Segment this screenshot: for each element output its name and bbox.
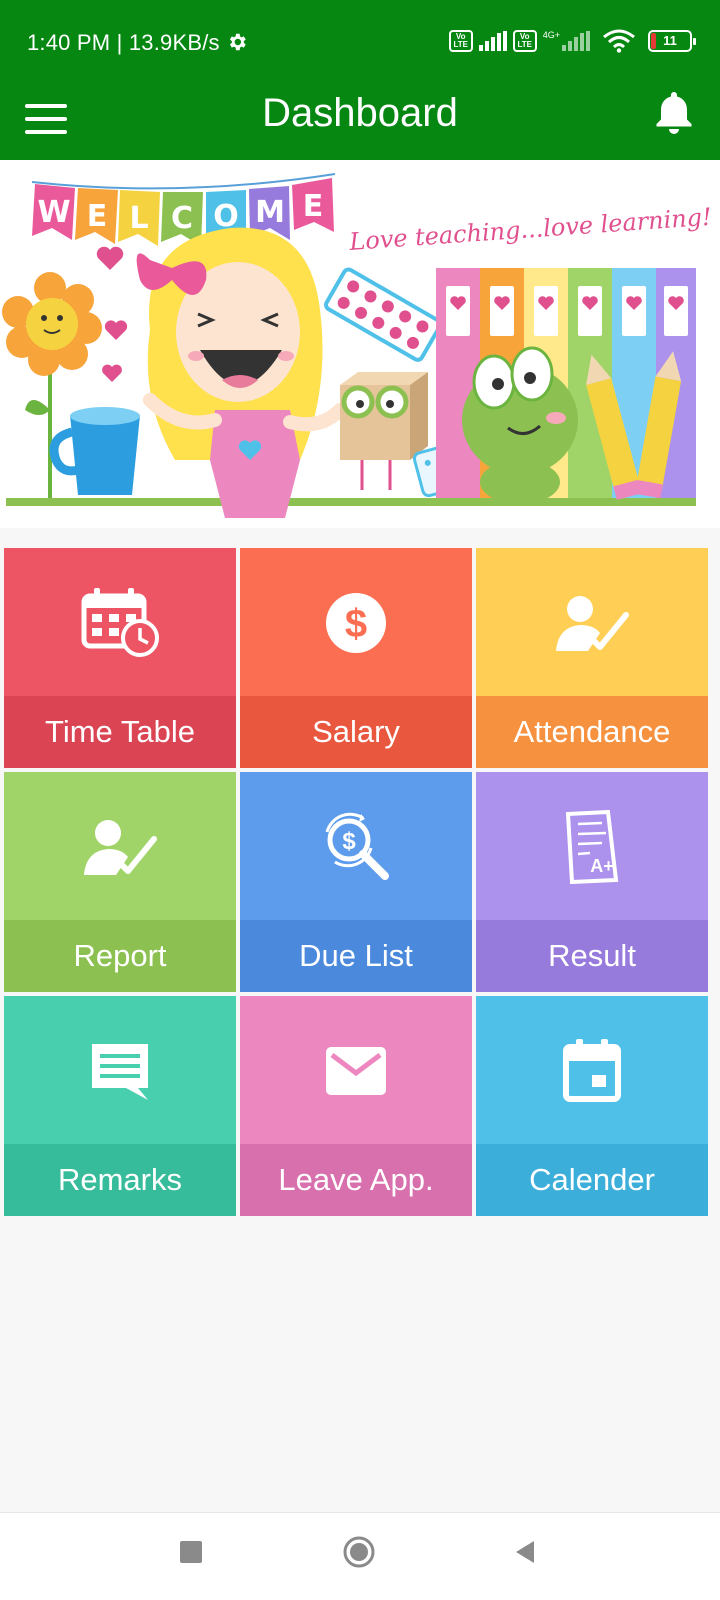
app-bar: Dashboard xyxy=(0,88,720,160)
tile-label: Result xyxy=(476,920,708,992)
svg-text:E: E xyxy=(303,189,324,224)
user-check-icon xyxy=(476,586,708,660)
welcome-banner: W E L C O M E Love teaching...love learn… xyxy=(0,160,720,528)
recents-icon[interactable] xyxy=(178,1539,204,1565)
tile-remarks[interactable]: Remarks xyxy=(4,996,236,1216)
gear-icon xyxy=(229,33,246,51)
svg-text:M: M xyxy=(255,195,285,230)
svg-text:A+: A+ xyxy=(590,856,614,876)
status-time-speed: 1:40 PM | 13.9KB/s xyxy=(27,30,220,55)
banner-tagline: Love teaching...love learning! xyxy=(347,203,712,256)
status-bar: 1:40 PM | 13.9KB/s Vo LTE Vo LTE 4G+ 11 xyxy=(0,0,720,88)
user-check-icon xyxy=(4,810,236,884)
status-icons: Vo LTE Vo LTE 4G+ 11 xyxy=(448,29,696,53)
grade-paper-icon: A+ xyxy=(476,810,708,884)
back-icon[interactable] xyxy=(512,1539,538,1565)
calendar-clock-icon xyxy=(4,586,236,660)
tile-calender[interactable]: Calender xyxy=(476,996,708,1216)
signal-icon xyxy=(562,31,590,51)
tile-label: Leave App. xyxy=(240,1144,472,1216)
tile-attendance[interactable]: Attendance xyxy=(476,548,708,768)
network-type: 4G+ xyxy=(542,30,560,40)
tile-label: Salary xyxy=(240,696,472,768)
tile-due-list[interactable]: $ Due List xyxy=(240,772,472,992)
battery-icon: 11 xyxy=(648,30,696,52)
wifi-icon xyxy=(603,29,635,53)
svg-text:C: C xyxy=(171,201,193,236)
svg-text:W: W xyxy=(37,195,70,230)
tile-label: Calender xyxy=(476,1144,708,1216)
dollar-search-icon: $ xyxy=(240,810,472,884)
tile-salary[interactable]: $ Salary xyxy=(240,548,472,768)
tile-label: Due List xyxy=(240,920,472,992)
welcome-illustration: W E L C O M E Love teaching...love learn… xyxy=(2,173,713,518)
chat-bubble-icon xyxy=(4,1034,236,1108)
svg-text:L: L xyxy=(129,201,148,236)
signal-icon xyxy=(478,31,507,51)
page-title: Dashboard xyxy=(262,91,458,135)
tile-time-table[interactable]: Time Table xyxy=(4,548,236,768)
home-icon[interactable] xyxy=(342,1535,376,1569)
volte-badge: Vo LTE xyxy=(512,30,537,52)
tile-report[interactable]: Report xyxy=(4,772,236,992)
volte-badge: Vo LTE xyxy=(448,30,473,52)
tile-label: Report xyxy=(4,920,236,992)
tile-leave-app[interactable]: Leave App. xyxy=(240,996,472,1216)
bell-icon[interactable] xyxy=(652,88,696,138)
svg-text:$: $ xyxy=(345,602,367,646)
dollar-coin-icon: $ xyxy=(240,586,472,660)
tile-label: Remarks xyxy=(4,1144,236,1216)
envelope-icon xyxy=(240,1034,472,1108)
tile-label: Attendance xyxy=(476,696,708,768)
system-nav-bar xyxy=(0,1512,720,1600)
calendar-icon xyxy=(476,1034,708,1108)
svg-text:$: $ xyxy=(342,828,356,855)
tile-result[interactable]: A+ Result xyxy=(476,772,708,992)
svg-text:E: E xyxy=(87,199,108,234)
tile-label: Time Table xyxy=(4,696,236,768)
battery-level: 11 xyxy=(663,33,677,48)
